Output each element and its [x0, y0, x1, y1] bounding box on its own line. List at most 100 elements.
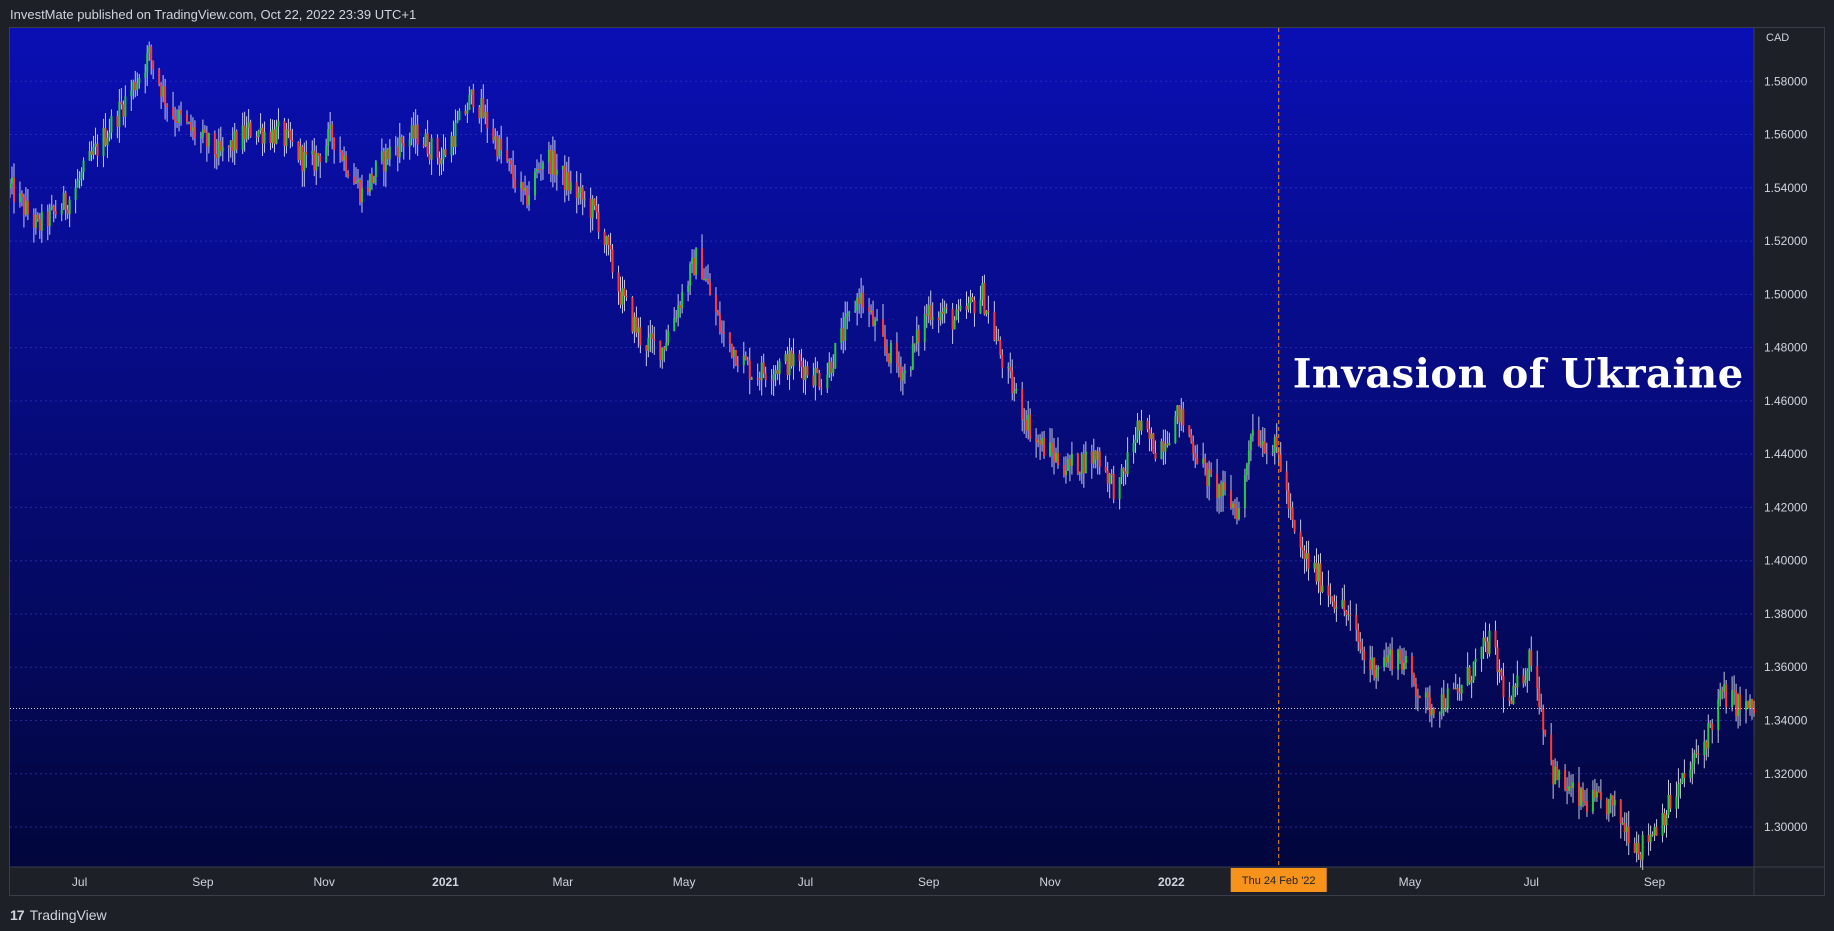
candle-body: [1428, 697, 1431, 716]
candle-body: [665, 342, 668, 350]
candle-body: [661, 347, 664, 361]
candle-body: [1677, 783, 1680, 797]
candle-body: [705, 278, 708, 280]
candle-body: [551, 150, 554, 175]
candle-body: [1751, 699, 1754, 709]
candle-body: [659, 340, 662, 361]
candle-body: [1510, 700, 1513, 704]
candle-body: [889, 343, 892, 364]
candle-body: [305, 152, 308, 155]
y-tick-label: 1.34000: [1764, 714, 1808, 728]
candle-body: [826, 374, 829, 389]
candle-body: [48, 208, 51, 227]
candle-body: [1607, 799, 1610, 815]
y-tick-label: 1.42000: [1764, 500, 1808, 514]
price-chart[interactable]: 1.58000 1.56000 1.54000 1.52000 1.50000 1.480…: [10, 28, 1825, 896]
candle-body: [1735, 691, 1738, 717]
candle-body: [1705, 741, 1708, 749]
candle-body: [1494, 630, 1497, 648]
candle-body: [1599, 791, 1602, 800]
candle-body: [134, 81, 137, 91]
candle-body: [1484, 637, 1487, 642]
candle-body: [1633, 843, 1636, 853]
candle-body: [1401, 660, 1404, 670]
candle-body: [68, 199, 71, 215]
candle-body: [291, 140, 294, 142]
chart-container[interactable]: 1.58000 1.56000 1.54000 1.52000 1.50000 1.480…: [9, 27, 1825, 896]
candle-body: [885, 346, 888, 354]
candle-body: [176, 120, 179, 123]
y-tick-label: 1.52000: [1764, 234, 1808, 248]
candle-body: [1597, 791, 1600, 793]
candle-body: [1737, 694, 1740, 717]
candle-body: [189, 122, 192, 132]
candle-body: [1229, 490, 1232, 508]
candle-body: [1068, 458, 1071, 466]
candle-body: [283, 121, 286, 146]
candle-body: [1150, 433, 1153, 439]
y-tick-label: 1.54000: [1764, 181, 1808, 195]
candle-body: [1168, 442, 1171, 446]
candle-body: [1303, 550, 1306, 560]
candle-body: [1731, 690, 1734, 708]
candle-body: [52, 206, 55, 212]
candle-body: [1446, 688, 1449, 709]
candle-body: [1361, 649, 1364, 652]
candle-body: [939, 311, 942, 321]
candle-body: [213, 133, 216, 155]
candle-body: [1583, 801, 1586, 803]
candle-body: [205, 132, 208, 147]
candle-body: [444, 149, 447, 156]
y-tick-label: 1.38000: [1764, 607, 1808, 621]
candle-body: [1319, 563, 1322, 593]
publish-attribution: InvestMate published on TradingView.com,…: [10, 7, 417, 22]
candle-body: [468, 94, 471, 111]
candle-body: [1747, 701, 1750, 709]
tradingview-brand[interactable]: TradingView: [30, 907, 107, 923]
candle-body: [1579, 788, 1582, 806]
x-tick-label: Jul: [798, 875, 813, 889]
candle-body: [1438, 713, 1441, 715]
tradingview-logo-icon[interactable]: 17: [10, 907, 25, 923]
candle-body: [1426, 692, 1429, 698]
candle-body: [581, 187, 584, 200]
plot-area[interactable]: [10, 28, 1754, 867]
candle-body: [1299, 531, 1302, 548]
candle-body: [370, 173, 373, 184]
candle-body: [148, 46, 151, 54]
candle-body: [1526, 670, 1529, 681]
candle-body: [603, 232, 606, 245]
candle-body: [778, 361, 781, 375]
candle-body: [1625, 826, 1628, 833]
candle-body: [993, 311, 996, 341]
candle-body: [388, 146, 391, 160]
currency-label: CAD: [1766, 32, 1789, 44]
candle-body: [607, 236, 610, 246]
candle-body: [742, 355, 745, 366]
candle-body: [1691, 763, 1694, 770]
candle-body: [925, 314, 928, 316]
event-annotation-text[interactable]: Invasion of Ukraine: [1293, 351, 1744, 398]
candle-body: [1373, 657, 1376, 678]
candle-body: [1222, 482, 1225, 497]
candle-body: [619, 291, 622, 305]
candle-body: [158, 69, 161, 85]
candle-body: [1389, 649, 1392, 656]
candle-body: [1090, 451, 1093, 464]
candle-body: [858, 297, 861, 304]
candle-body: [1472, 662, 1475, 681]
candle-body: [24, 200, 27, 215]
candle-body: [1359, 642, 1362, 650]
candle-body: [506, 150, 509, 161]
candle-body: [1039, 440, 1042, 445]
candle-body: [50, 206, 53, 209]
candle-body: [329, 124, 332, 130]
candle-body: [180, 110, 183, 115]
candle-body: [360, 187, 363, 203]
candle-body: [452, 135, 455, 148]
candle-body: [903, 370, 906, 374]
candle-body: [1333, 601, 1336, 609]
candle-body: [772, 374, 775, 381]
candle-body: [999, 339, 1002, 355]
candle-body: [1092, 450, 1095, 464]
